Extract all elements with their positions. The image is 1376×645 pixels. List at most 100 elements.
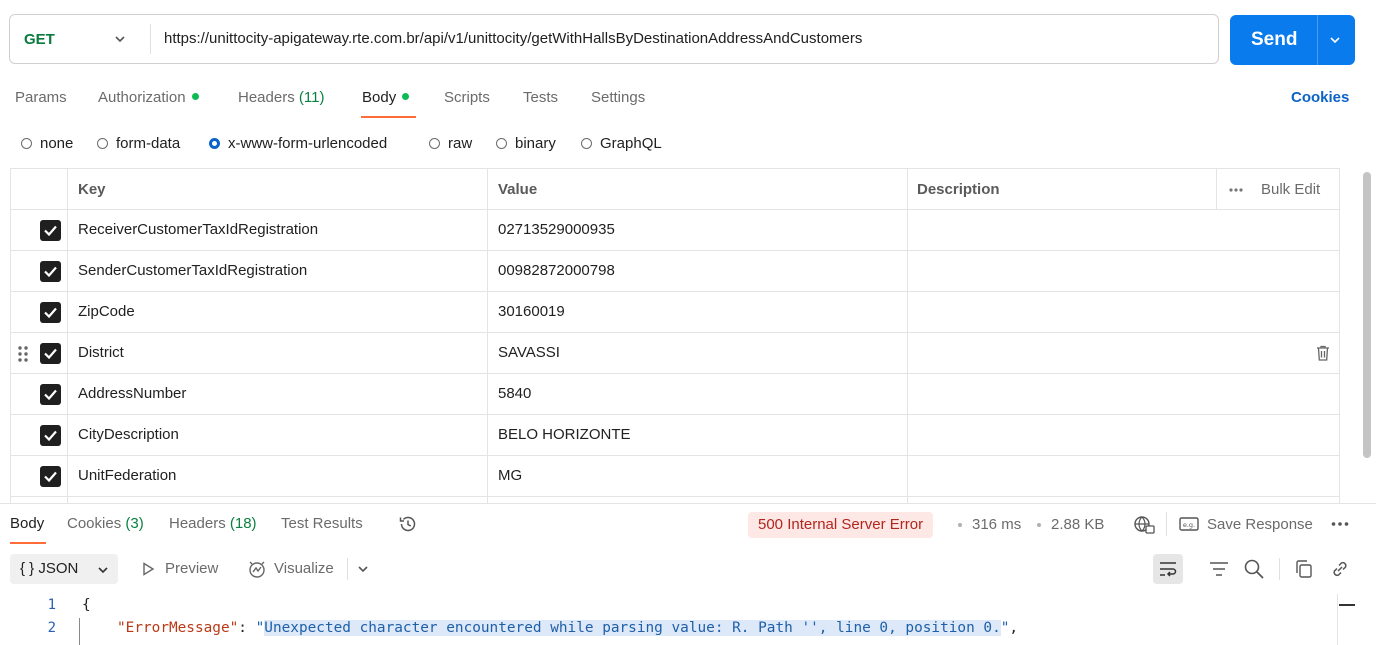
tab-count: (18) — [229, 515, 257, 532]
checkbox-checked-icon[interactable] — [40, 466, 61, 487]
method-select[interactable]: GET — [10, 15, 150, 63]
chevron-down-icon[interactable] — [356, 562, 370, 576]
response-size[interactable]: 2.88 KB — [1051, 516, 1104, 533]
tab-label: Cookies — [67, 515, 122, 532]
response-tab-test-results[interactable]: Test Results — [281, 515, 363, 532]
active-tab-indicator — [10, 542, 46, 544]
response-divider — [0, 503, 1376, 504]
status-dot-icon — [402, 93, 410, 100]
checkbox-checked-icon[interactable] — [40, 425, 61, 446]
wrap-lines-button[interactable] — [1153, 554, 1183, 584]
table-header: Key Value Description Bulk Edit — [11, 169, 1339, 210]
radio-circle-icon — [429, 137, 440, 149]
status-dot-icon — [191, 93, 199, 100]
radio-label: form-data — [116, 134, 181, 152]
response-tab-body[interactable]: Body — [10, 515, 44, 532]
search-icon[interactable] — [1243, 558, 1265, 580]
response-time[interactable]: 316 ms — [972, 516, 1021, 533]
response-tab-headers[interactable]: Headers (18) — [169, 515, 257, 532]
tab-body[interactable]: Body — [362, 89, 410, 106]
tab-scripts[interactable]: Scripts — [444, 89, 490, 106]
preview-button[interactable]: Preview — [165, 560, 218, 577]
send-button[interactable]: Send — [1230, 15, 1355, 65]
radio-binary[interactable]: binary — [496, 134, 556, 152]
status-badge[interactable]: 500 Internal Server Error — [748, 512, 934, 538]
column-header-description: Description — [917, 181, 1000, 198]
row-value[interactable]: 00982872000798 — [498, 262, 615, 279]
table-row: ReceiverCustomerTaxIdRegistration 027135… — [11, 210, 1339, 251]
tab-label: Body — [362, 89, 397, 106]
json-string-value: Unexpected character encountered while p… — [264, 620, 1001, 636]
line-number: 2 — [47, 620, 56, 636]
radio-label: GraphQL — [600, 134, 662, 152]
checkbox-checked-icon[interactable] — [40, 302, 61, 323]
chevron-down-icon[interactable] — [1328, 33, 1342, 47]
row-value[interactable]: SAVASSI — [498, 344, 560, 361]
row-key[interactable]: UnitFederation — [78, 467, 176, 484]
table-row: ZipCode 30160019 — [11, 292, 1339, 333]
checkbox-checked-icon[interactable] — [40, 384, 61, 405]
radio-raw[interactable]: raw — [429, 134, 472, 152]
filter-icon[interactable] — [1209, 561, 1229, 577]
row-value[interactable]: 02713529000935 — [498, 221, 615, 238]
checkbox-checked-icon[interactable] — [40, 220, 61, 241]
row-key[interactable]: SenderCustomerTaxIdRegistration — [78, 262, 307, 279]
visualize-button[interactable]: Visualize — [274, 560, 334, 577]
radio-circle-icon — [21, 137, 32, 149]
url-input[interactable]: https://unittocity-apigateway.rte.com.br… — [164, 30, 862, 47]
bulk-edit-button[interactable]: Bulk Edit — [1261, 181, 1320, 198]
row-key[interactable]: AddressNumber — [78, 385, 186, 402]
tab-label: Tests — [523, 89, 559, 106]
radio-none[interactable]: none — [21, 134, 73, 152]
row-key[interactable]: ReceiverCustomerTaxIdRegistration — [78, 221, 318, 238]
tab-label: Params — [15, 89, 67, 106]
tab-params[interactable]: Params — [15, 89, 67, 106]
row-key[interactable]: ZipCode — [78, 303, 135, 320]
more-horizontal-icon[interactable] — [1229, 187, 1243, 193]
json-key: "ErrorMessage" — [117, 620, 239, 636]
trash-icon[interactable] — [1316, 345, 1330, 361]
more-horizontal-icon[interactable] — [1331, 521, 1349, 527]
row-value[interactable]: 5840 — [498, 385, 531, 402]
code-line[interactable]: { — [82, 597, 91, 613]
tab-headers[interactable]: Headers (11) — [238, 89, 324, 106]
svg-text:e.g.: e.g. — [1183, 521, 1195, 529]
row-value[interactable]: BELO HORIZONTE — [498, 426, 631, 443]
divider — [150, 24, 151, 54]
table-row: SenderCustomerTaxIdRegistration 00982872… — [11, 251, 1339, 292]
response-tab-cookies[interactable]: Cookies (3) — [67, 515, 144, 532]
format-select[interactable]: { } JSON — [10, 554, 118, 584]
radio-label: binary — [515, 134, 556, 152]
cookies-link[interactable]: Cookies — [1291, 89, 1349, 106]
radio-label: none — [40, 134, 74, 152]
row-value[interactable]: MG — [498, 467, 522, 484]
method-label: GET — [24, 30, 55, 48]
checkbox-checked-icon[interactable] — [40, 343, 61, 364]
copy-icon[interactable] — [1294, 559, 1314, 579]
tab-authorization[interactable]: Authorization — [98, 89, 199, 106]
divider — [1279, 558, 1280, 580]
history-icon[interactable] — [398, 514, 418, 534]
scrollbar-thumb[interactable] — [1363, 172, 1371, 458]
request-url-bar: GET https://unittocity-apigateway.rte.co… — [9, 14, 1219, 64]
network-globe-icon[interactable] — [1133, 515, 1155, 535]
table-row: CityDescription BELO HORIZONTE — [11, 415, 1339, 456]
tab-tests[interactable]: Tests — [523, 89, 558, 106]
checkbox-checked-icon[interactable] — [40, 261, 61, 282]
drag-handle-icon[interactable] — [18, 346, 28, 362]
row-key[interactable]: District — [78, 344, 124, 361]
code-line[interactable]: "ErrorMessage": "Unexpected character en… — [117, 620, 1018, 636]
save-example-icon: e.g. — [1179, 517, 1199, 531]
braces-icon: { } — [20, 560, 35, 577]
tab-label: Authorization — [98, 89, 186, 106]
radio-x-www-form-urlencoded[interactable]: x-www-form-urlencoded — [209, 134, 387, 152]
tab-settings[interactable]: Settings — [591, 89, 645, 106]
save-response-button[interactable]: Save Response — [1207, 516, 1313, 533]
tab-label: Settings — [591, 89, 646, 106]
row-key[interactable]: CityDescription — [78, 426, 179, 443]
radio-form-data[interactable]: form-data — [97, 134, 180, 152]
radio-graphql[interactable]: GraphQL — [581, 134, 662, 152]
link-icon[interactable] — [1330, 559, 1350, 579]
row-value[interactable]: 30160019 — [498, 303, 565, 320]
code-scroll-divider — [1337, 594, 1338, 645]
